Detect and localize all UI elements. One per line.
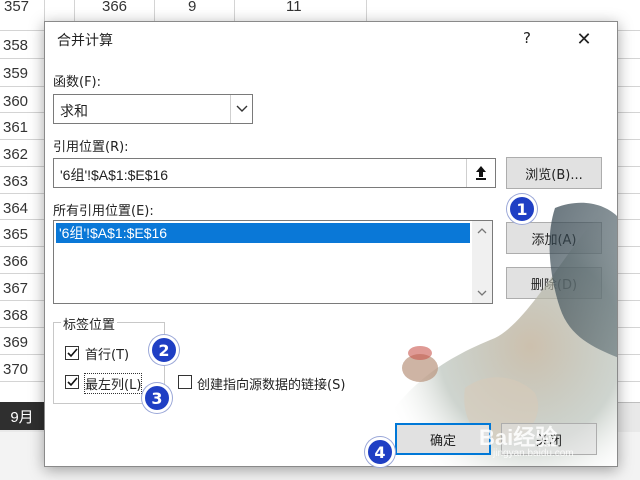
- ok-button[interactable]: 确定: [395, 423, 491, 455]
- row-header[interactable]: 370: [0, 354, 44, 384]
- cell[interactable]: 357: [4, 0, 29, 14]
- row-header[interactable]: 368: [0, 300, 44, 330]
- top-row-label[interactable]: 首行(T): [85, 344, 129, 363]
- all-references-list[interactable]: '6组'!$A$1:$E$16: [53, 220, 493, 304]
- function-label: 函数(F):: [53, 75, 102, 90]
- link-source-checkbox[interactable]: [178, 375, 192, 389]
- function-value: 求和: [60, 104, 88, 120]
- dialog-title: 合并计算: [57, 33, 113, 49]
- row-header[interactable]: 365: [0, 219, 44, 249]
- dialog-titlebar[interactable]: 合并计算 ? ✕: [45, 22, 617, 56]
- consolidate-dialog: 合并计算 ? ✕ 函数(F): 求和 引用位置(R): '6组'!$A$1:$E…: [44, 21, 618, 467]
- add-button[interactable]: 添加(A): [506, 222, 602, 254]
- function-select[interactable]: 求和: [53, 94, 253, 124]
- reference-label: 引用位置(R):: [53, 140, 129, 155]
- chevron-down-icon[interactable]: [230, 95, 252, 123]
- scrollbar[interactable]: [472, 221, 492, 303]
- sheet-tab[interactable]: 9月: [0, 402, 44, 430]
- browse-button[interactable]: 浏览(B)...: [506, 157, 602, 189]
- collapse-dialog-icon[interactable]: [466, 159, 495, 187]
- label-position-title: 标签位置: [61, 314, 118, 333]
- step-badge-1: 1: [507, 194, 537, 224]
- cell[interactable]: 9: [188, 0, 196, 14]
- watermark-url: jingyan.baidu.com: [493, 448, 574, 459]
- cell[interactable]: 366: [102, 0, 127, 14]
- step-badge-3: 3: [142, 383, 172, 413]
- reference-value: '6组'!$A$1:$E$16: [60, 167, 169, 183]
- cell[interactable]: 11: [286, 0, 302, 14]
- row-header[interactable]: 367: [0, 273, 44, 303]
- row-header[interactable]: 363: [0, 166, 44, 196]
- row-header[interactable]: 361: [0, 112, 44, 142]
- left-column-checkbox[interactable]: [65, 375, 79, 389]
- help-button[interactable]: ?: [515, 26, 539, 50]
- scroll-up-icon[interactable]: [472, 223, 492, 239]
- list-item[interactable]: '6组'!$A$1:$E$16: [56, 223, 470, 243]
- step-badge-2: 2: [149, 335, 179, 365]
- row-header[interactable]: 358: [0, 30, 44, 60]
- left-column-label[interactable]: 最左列(L): [83, 373, 143, 394]
- row-header[interactable]: 366: [0, 246, 44, 276]
- delete-button[interactable]: 删除(D): [506, 267, 602, 299]
- scroll-down-icon[interactable]: [472, 285, 492, 301]
- top-row-checkbox[interactable]: [65, 346, 79, 360]
- row-header[interactable]: 362: [0, 139, 44, 169]
- row-header[interactable]: 359: [0, 58, 44, 88]
- step-badge-4: 4: [365, 437, 395, 467]
- close-button[interactable]: ✕: [571, 26, 597, 52]
- row-header[interactable]: 369: [0, 327, 44, 357]
- link-source-label[interactable]: 创建指向源数据的链接(S): [197, 374, 345, 393]
- all-references-label: 所有引用位置(E):: [53, 204, 154, 219]
- reference-input[interactable]: '6组'!$A$1:$E$16: [53, 158, 496, 188]
